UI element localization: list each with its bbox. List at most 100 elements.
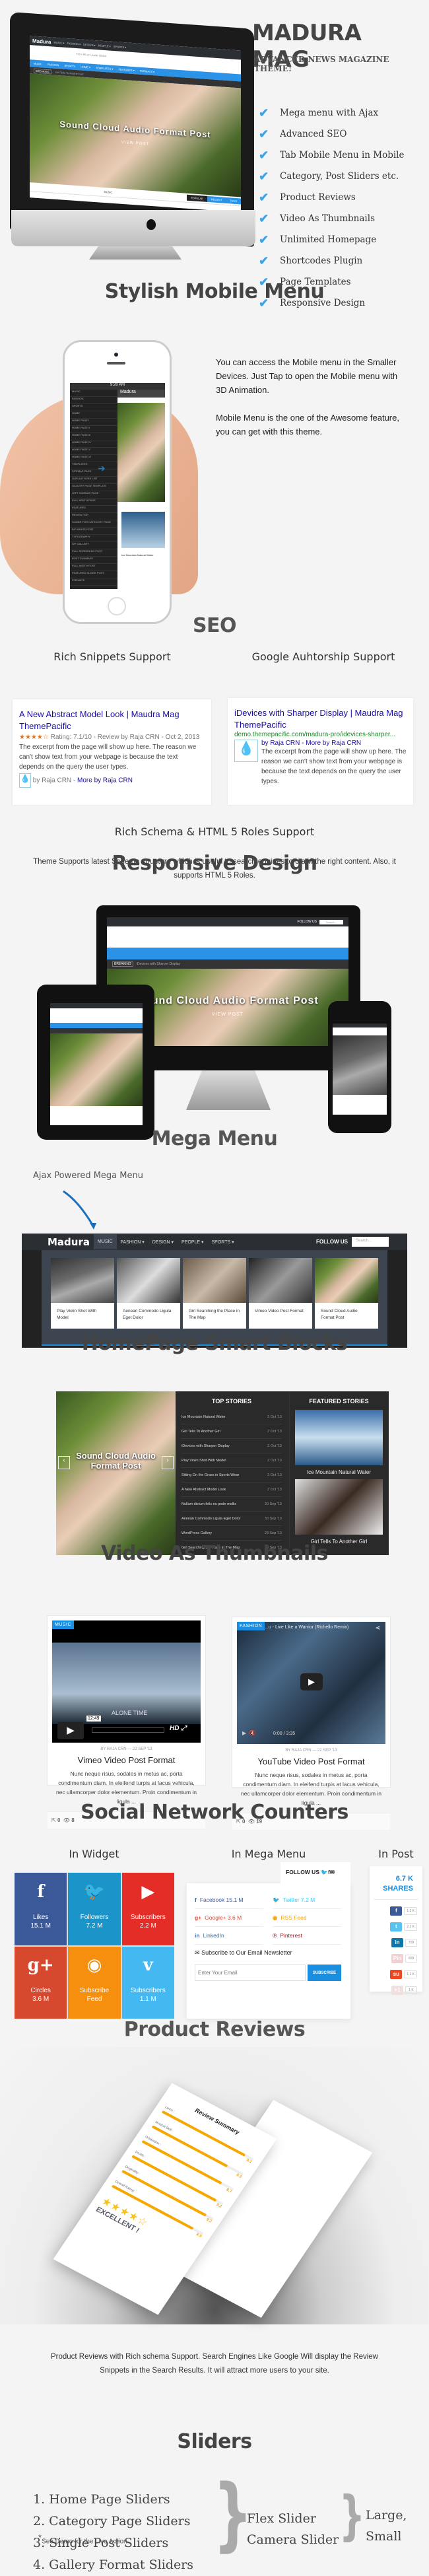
subnav-item[interactable]: TEMPLATES ▾ — [96, 66, 114, 71]
site-nav-item[interactable]: SPORTS ▾ — [114, 44, 127, 48]
post-title[interactable]: Vimeo Video Post Format — [48, 1755, 205, 1765]
share-button-row[interactable]: su 1.1 K — [375, 1970, 417, 1979]
share-network-icon[interactable]: Pin — [391, 1954, 403, 1963]
tab-popular[interactable]: POPULAR — [186, 194, 207, 202]
mobile-menu-item[interactable]: FASHION — [70, 397, 117, 404]
top-story-row[interactable]: Play Violin Shot With Model 2 Oct '13 — [182, 1453, 282, 1468]
subnav-item[interactable]: FASHION — [48, 63, 59, 67]
mobile-menu-item[interactable]: SITEMAP PAGE — [70, 470, 117, 477]
featured-image[interactable] — [295, 1410, 383, 1465]
follow-us-tab[interactable]: FOLLOW US 🐦f✉ — [280, 1862, 350, 1883]
tablet-slide[interactable] — [50, 1033, 143, 1106]
hd-icon[interactable]: HD ⤢ — [170, 1725, 186, 1732]
tab-recent[interactable]: RECENT — [207, 195, 226, 203]
social-link[interactable]: ℗ Pinterest — [273, 1927, 341, 1945]
play-icon[interactable]: ▶ — [300, 1673, 323, 1690]
share-button-row[interactable]: Pin 600 — [375, 1954, 417, 1963]
share-network-icon[interactable]: +1 — [391, 1986, 403, 1995]
authorship-byline[interactable]: by Raja CRN - More by Raja CRN — [261, 740, 407, 747]
mobile-menu-item[interactable]: LEFT SIDEBAR PAGE — [70, 491, 117, 499]
site-nav-item[interactable]: PEOPLE ▾ — [98, 44, 111, 48]
mobile-menu-item[interactable]: HOME PAGE VI — [70, 455, 117, 462]
snippet-link[interactable]: A New Abstract Model Look | Maudra Mag T… — [19, 709, 205, 732]
share-button-row[interactable]: f 1.2 K — [375, 1906, 417, 1916]
mobile-menu-item[interactable]: BIG IMAGE POST — [70, 528, 117, 535]
subnav-item[interactable]: FEATURES ▾ — [119, 68, 135, 73]
top-story-row[interactable]: iDevices with Sharper Display 2 Oct '13 — [182, 1439, 282, 1453]
social-counter-tile[interactable]: v Subscribers 1.1 M — [121, 1946, 174, 2019]
authorship-url[interactable]: demo.themepacific.com/madura-pro/idevice… — [234, 731, 407, 738]
site-nav-item[interactable]: FASHION ▾ — [67, 42, 81, 46]
mobile-slide-image[interactable] — [117, 403, 165, 502]
top-story-row[interactable]: Girl Tells To Another Girl 2 Oct '13 — [182, 1424, 282, 1439]
email-input[interactable] — [195, 1965, 306, 1981]
top-story-row[interactable]: WordPress Gallery 23 Sep '13 — [182, 1526, 282, 1541]
youtube-controls[interactable]: ▶ 🔇 — [242, 1730, 256, 1736]
featured-caption[interactable]: Ice Mountain Natural Water — [295, 1469, 383, 1475]
mega-menu-item[interactable]: Aenean Commodo Ligula Eget Dolor — [117, 1258, 180, 1329]
vimeo-player[interactable]: MUSIC ALONE TIME ▶ 12:49 HD ⤢ — [52, 1620, 201, 1743]
mega-menu-item[interactable]: Vimeo Video Post Format — [249, 1258, 312, 1329]
mega-nav-music[interactable]: MUSIC — [93, 1234, 117, 1249]
mobile-menu-item[interactable]: SLIDER FOR CATEGORY PAGE — [70, 520, 117, 528]
mobile-menu-item[interactable]: REVIEW TOP — [70, 513, 117, 520]
site-nav-item[interactable]: DESIGN ▾ — [83, 42, 95, 46]
social-counter-tile[interactable]: f Likes 15.1 M — [15, 1873, 67, 1945]
home-button[interactable] — [108, 597, 126, 615]
share-button-row[interactable]: +1 1 K — [375, 1986, 417, 1995]
mobile-post-title[interactable]: Ice Mountain Natural Water — [121, 553, 165, 557]
mobile-menu-item[interactable]: FEATURED SLIDER POST — [70, 571, 117, 578]
social-counter-tile[interactable]: ◉ Subscribe Feed — [68, 1946, 121, 2019]
share-icon[interactable]: ⋖ — [375, 1624, 380, 1632]
mobile-menu-item[interactable]: FEATURES — [70, 506, 117, 513]
search-input[interactable]: Search... — [352, 1237, 389, 1247]
mobile-menu-item[interactable]: HOME PAGE V — [70, 448, 117, 455]
top-story-row[interactable]: Ice Mountain Natural Water 2 Oct '13 — [182, 1410, 282, 1424]
mobile-menu-item[interactable]: HOME PAGE I — [70, 419, 117, 426]
subnav-item[interactable]: FORMATS ▾ — [140, 69, 154, 74]
featured-image[interactable] — [295, 1479, 383, 1535]
phone-slide[interactable] — [333, 1035, 387, 1095]
video-progress-bar[interactable] — [92, 1727, 164, 1733]
play-icon[interactable]: ▶ — [57, 1722, 84, 1739]
mobile-menu-item[interactable]: HOME PAGE II — [70, 426, 117, 433]
mobile-menu-item[interactable]: TEMPLATES — [70, 462, 117, 470]
mobile-menu-item[interactable]: HOME PAGE IV — [70, 440, 117, 448]
mega-menu-item[interactable]: Girl Searching the Place in The Map — [183, 1258, 246, 1329]
mobile-menu-item[interactable]: TYPOGRAPHY — [70, 535, 117, 542]
share-button-row[interactable]: t 2.1 K — [375, 1922, 417, 1932]
category-badge[interactable]: FASHION — [237, 1622, 265, 1630]
mobile-post-image[interactable] — [121, 512, 165, 548]
share-network-icon[interactable]: in — [391, 1938, 403, 1947]
mobile-menu-item[interactable]: HOME — [70, 411, 117, 419]
share-network-icon[interactable]: su — [390, 1970, 403, 1979]
subscribe-button[interactable]: SUBSCRIBE — [308, 1965, 341, 1981]
top-story-row[interactable]: Sitting On the Grass in Sports Wear 2 Oct… — [182, 1468, 282, 1482]
share-network-icon[interactable]: f — [390, 1906, 403, 1916]
mega-nav-fashion[interactable]: FASHION ▾ — [117, 1239, 148, 1245]
mobile-menu-item[interactable]: GALLERY PAGE TEMPLATE — [70, 484, 117, 491]
youtube-player[interactable]: FASHION ...u - Live Like a Warrior (Rich… — [237, 1622, 385, 1744]
breaking-text[interactable]: Girl Tells To Another Girl — [55, 70, 84, 75]
social-counter-tile[interactable]: ▶ Subscribers 2.2 M — [121, 1873, 174, 1945]
mega-nav-design[interactable]: DESIGN ▾ — [148, 1239, 178, 1245]
search-field[interactable]: Search... — [319, 919, 343, 924]
social-link[interactable]: in LinkedIn — [195, 1927, 263, 1945]
mobile-menu-item[interactable]: FORMATS — [70, 578, 117, 586]
social-link[interactable]: g+ Google+ 3.6 M — [195, 1909, 263, 1927]
hero-slide[interactable]: Sound Cloud Audio Format Post VIEW POST — [30, 73, 241, 197]
mobile-menu-item[interactable]: WP GALLERY — [70, 542, 117, 549]
slider-next-button[interactable]: › — [162, 1456, 174, 1469]
smart-block-slider[interactable]: Sound Cloud Audio Format Post ‹ › — [56, 1391, 176, 1555]
social-link[interactable]: ◉ RSS Feed — [273, 1909, 341, 1927]
share-network-icon[interactable]: t — [390, 1922, 403, 1932]
mobile-menu-item[interactable]: MUSIC — [70, 390, 117, 397]
subnav-item[interactable]: SPORTS — [64, 64, 75, 68]
social-counter-tile[interactable]: 🐦 Followers 7.2 M — [68, 1873, 121, 1945]
tab-tags[interactable]: TAGS — [226, 197, 241, 205]
top-story-row[interactable]: Aenean Commodo Ligula Eget Dolor 30 Sep '… — [182, 1512, 282, 1526]
site-nav-item[interactable]: MUSIC ▾ — [53, 40, 64, 44]
top-story-row[interactable]: Nullam dictum felis eu pede mollis 30 Sep… — [182, 1497, 282, 1512]
social-link[interactable]: f Facebook 15.1 M — [195, 1891, 263, 1909]
mega-nav-sports[interactable]: SPORTS ▾ — [208, 1239, 238, 1245]
